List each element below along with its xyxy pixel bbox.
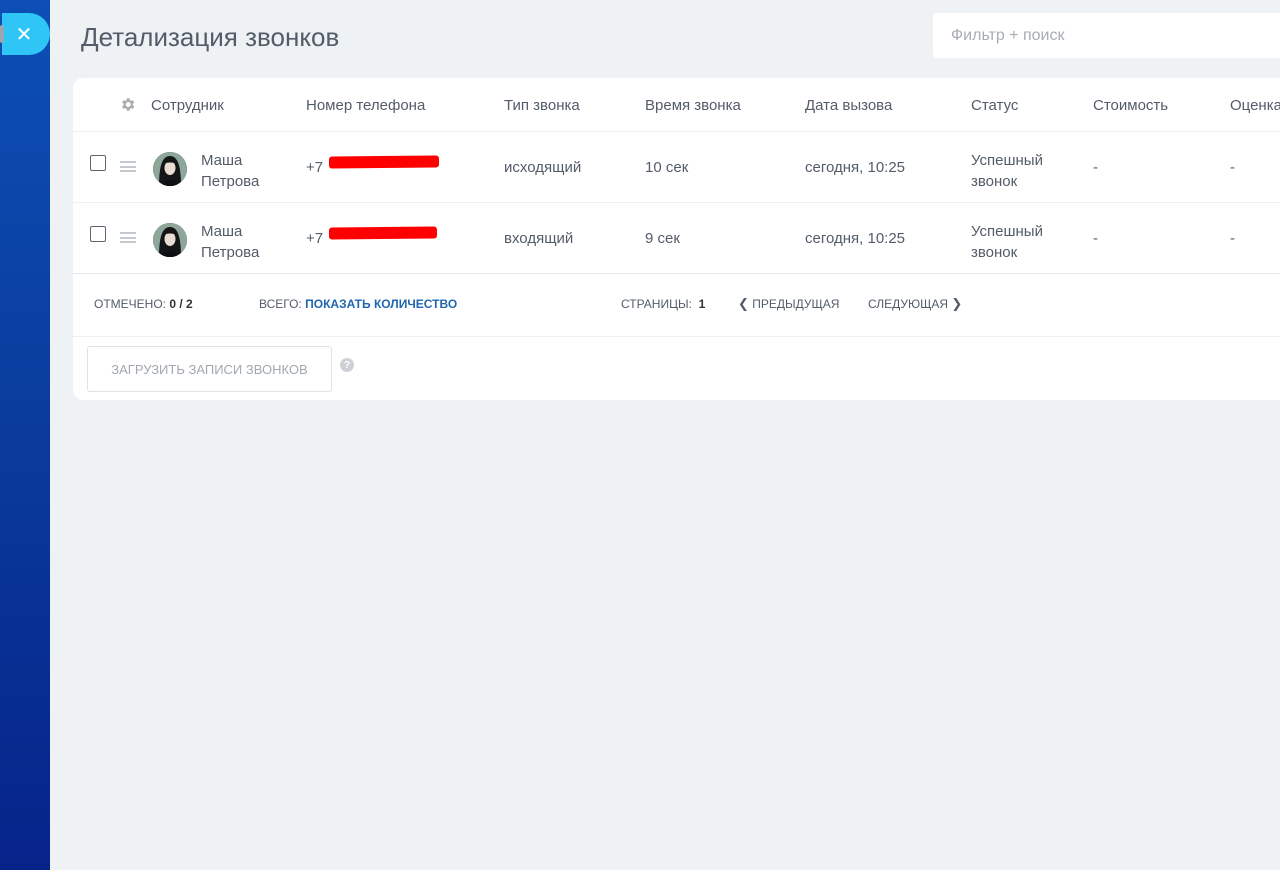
left-sidebar bbox=[0, 0, 50, 870]
call-date: сегодня, 10:25 bbox=[805, 230, 906, 247]
call-type: входящий bbox=[504, 230, 574, 247]
call-date: сегодня, 10:25 bbox=[805, 159, 906, 176]
drag-handle-icon[interactable] bbox=[120, 232, 136, 243]
slider-tab-notch bbox=[0, 25, 4, 43]
column-header-duration[interactable]: Время звонка bbox=[645, 97, 741, 114]
call-cost: - bbox=[1093, 230, 1098, 247]
table-row[interactable]: Маша Петрова +7 входящий 9 сек сегодня, … bbox=[73, 203, 1280, 274]
help-icon[interactable]: ? bbox=[340, 358, 354, 372]
phone-number[interactable]: +7 bbox=[306, 228, 323, 249]
chevron-left-icon: ❮ bbox=[738, 297, 749, 312]
phone-redaction bbox=[328, 226, 438, 240]
row-checkbox[interactable] bbox=[90, 226, 106, 242]
drag-handle-icon[interactable] bbox=[120, 161, 136, 172]
close-slider-button[interactable]: ✕ bbox=[0, 13, 50, 55]
table-row[interactable]: Маша Петрова +7 исходящий 10 сек сегодня… bbox=[73, 132, 1280, 203]
column-header-rating[interactable]: Оценка bbox=[1230, 97, 1280, 114]
table-footer: Отмечено: 0 / 2 Всего: Показать количест… bbox=[73, 275, 1280, 337]
call-details-card: Сотрудник Номер телефона Тип звонка Врем… bbox=[73, 78, 1280, 400]
prev-page-link[interactable]: ❮ Предыдущая bbox=[738, 297, 839, 312]
selected-count: Отмечено: 0 / 2 bbox=[94, 297, 193, 311]
avatar[interactable] bbox=[153, 152, 187, 186]
phone-number[interactable]: +7 bbox=[306, 157, 323, 178]
load-call-records-button[interactable]: Загрузить записи звонков bbox=[87, 346, 332, 392]
total-count: Всего: Показать количество bbox=[259, 297, 458, 311]
gear-icon[interactable] bbox=[119, 96, 136, 113]
avatar[interactable] bbox=[153, 223, 187, 257]
page-title: Детализация звонков bbox=[81, 22, 340, 52]
row-checkbox[interactable] bbox=[90, 155, 106, 171]
column-header-cost[interactable]: Стоимость bbox=[1093, 97, 1168, 114]
pages-info: Страницы: 1 bbox=[621, 297, 706, 311]
employee-name[interactable]: Маша Петрова bbox=[201, 221, 259, 263]
close-icon: ✕ bbox=[15, 22, 33, 46]
table-header: Сотрудник Номер телефона Тип звонка Врем… bbox=[73, 78, 1280, 132]
call-cost: - bbox=[1093, 159, 1098, 176]
chevron-right-icon: ❯ bbox=[951, 297, 963, 312]
call-status: Успешный звонок bbox=[971, 223, 1043, 261]
next-page-link[interactable]: Следующая ❯ bbox=[868, 297, 962, 312]
show-count-link[interactable]: Показать количество bbox=[305, 297, 457, 311]
call-status: Успешный звонок bbox=[971, 152, 1043, 190]
search-input[interactable] bbox=[933, 13, 1280, 58]
call-duration: 9 сек bbox=[645, 230, 680, 247]
phone-redaction bbox=[328, 155, 440, 169]
column-header-date[interactable]: Дата вызова bbox=[805, 97, 892, 114]
call-duration: 10 сек bbox=[645, 159, 689, 176]
column-header-employee[interactable]: Сотрудник bbox=[151, 97, 224, 114]
call-type: исходящий bbox=[504, 159, 582, 176]
employee-name[interactable]: Маша Петрова bbox=[201, 150, 259, 192]
call-rating: - bbox=[1230, 159, 1235, 176]
column-header-status[interactable]: Статус bbox=[971, 97, 1018, 114]
call-rating: - bbox=[1230, 230, 1235, 247]
column-header-call-type[interactable]: Тип звонка bbox=[504, 97, 580, 114]
column-header-phone[interactable]: Номер телефона bbox=[306, 97, 425, 114]
